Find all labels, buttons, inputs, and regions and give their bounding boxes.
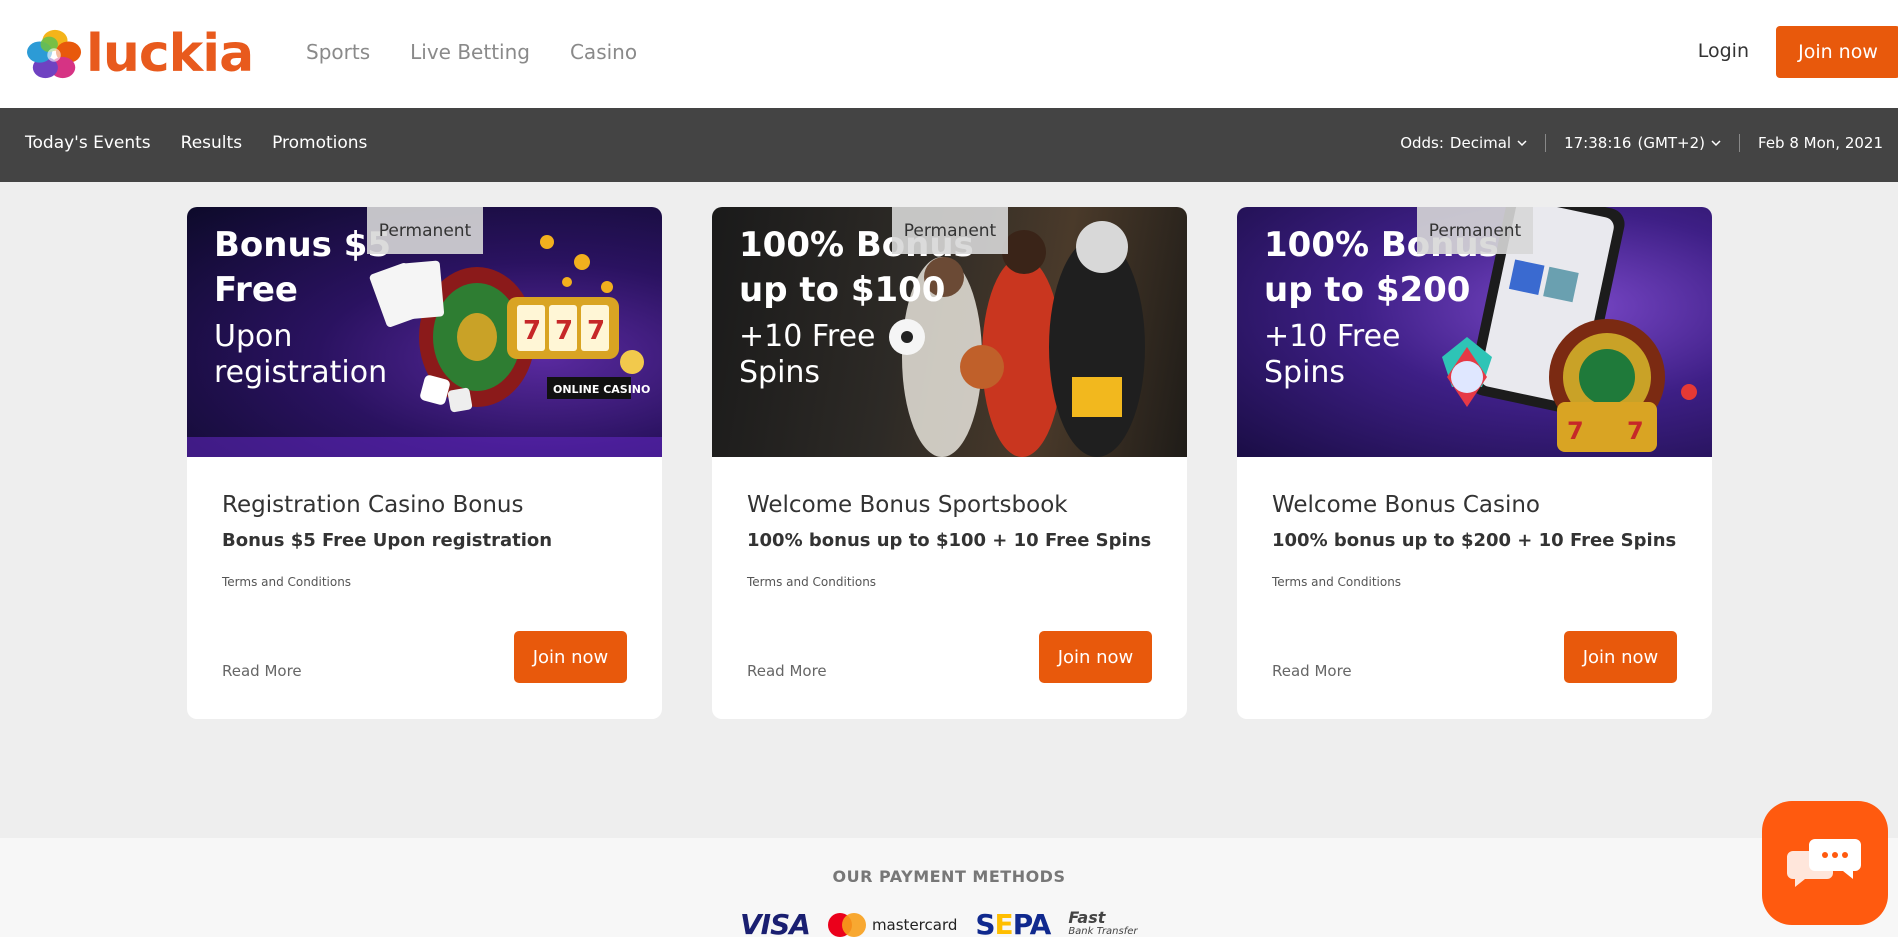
login-link[interactable]: Login xyxy=(1698,40,1749,62)
subnav-promotions[interactable]: Promotions xyxy=(272,133,367,153)
banner-text: Bonus $5 Free Upon registration xyxy=(214,223,391,391)
svg-text:7: 7 xyxy=(1567,417,1584,445)
join-now-button[interactable]: Join now xyxy=(1776,26,1898,78)
svg-text:ONLINE CASINO: ONLINE CASINO xyxy=(553,383,650,396)
nav-live-betting[interactable]: Live Betting xyxy=(410,40,530,64)
card-title: Welcome Bonus Casino xyxy=(1272,492,1540,518)
top-header: luckia Sports Live Betting Casino Login … xyxy=(0,0,1898,108)
promo-card: 7 7 7 ONLINE CASINO Permanent Bonus $5 F… xyxy=(187,207,662,719)
card-description: Bonus $5 Free Upon registration xyxy=(222,530,553,551)
chat-icon xyxy=(1787,839,1861,887)
svg-text:7: 7 xyxy=(587,316,605,346)
promo-banner[interactable]: Permanent 100% Bonus up to $100 +10 Free… xyxy=(712,207,1187,457)
payment-logos: VISA mastercard SEPA Fast Bank Transfer xyxy=(740,908,1138,937)
permanent-badge: Permanent xyxy=(892,207,1008,254)
promo-banner[interactable]: 7 7 7 ONLINE CASINO Permanent Bonus $5 F… xyxy=(187,207,662,457)
sepa-logo: SEPA xyxy=(975,908,1051,937)
card-title: Registration Casino Bonus xyxy=(222,492,524,518)
terms-link[interactable]: Terms and Conditions xyxy=(222,575,627,589)
sub-nav: Today's Events Results Promotions Odds: … xyxy=(0,108,1898,182)
promo-card: Permanent 100% Bonus up to $100 +10 Free… xyxy=(712,207,1187,719)
clock-time: 17:38:16 xyxy=(1564,134,1632,152)
visa-logo: VISA xyxy=(740,908,811,937)
logo-text: luckia xyxy=(86,24,254,84)
read-more-link[interactable]: Read More xyxy=(222,662,302,680)
card-description: 100% bonus up to $100 + 10 Free Spins xyxy=(747,530,1152,551)
odds-label: Odds: xyxy=(1400,134,1444,152)
chevron-down-icon xyxy=(1711,140,1721,147)
fast-bank-transfer-logo: Fast Bank Transfer xyxy=(1068,907,1138,937)
card-join-button[interactable]: Join now xyxy=(1039,631,1152,683)
promo-banner[interactable]: 7 7 Permanent 100% Bonus up to $200 +10 … xyxy=(1237,207,1712,457)
subnav-todays-events[interactable]: Today's Events xyxy=(25,133,151,153)
terms-link[interactable]: Terms and Conditions xyxy=(747,575,1152,589)
banner-subline: Upon registration xyxy=(214,319,388,390)
terms-link[interactable]: Terms and Conditions xyxy=(1272,575,1677,589)
permanent-badge: Permanent xyxy=(1417,207,1533,254)
nav-sports[interactable]: Sports xyxy=(306,40,370,64)
subnav-results[interactable]: Results xyxy=(181,133,242,153)
permanent-badge: Permanent xyxy=(367,207,483,254)
logo[interactable]: luckia xyxy=(26,24,254,84)
read-more-link[interactable]: Read More xyxy=(1272,662,1352,680)
banner-headline: Bonus $5 Free xyxy=(214,225,391,310)
promo-card: 7 7 Permanent 100% Bonus up to $200 +10 … xyxy=(1237,207,1712,719)
payments-title: OUR PAYMENT METHODS xyxy=(832,867,1066,886)
svg-text:7: 7 xyxy=(555,316,573,346)
current-date: Feb 8 Mon, 2021 xyxy=(1758,134,1883,152)
mastercard-logo: mastercard xyxy=(827,912,957,937)
timezone-select[interactable]: 17:38:16 (GMT+2) xyxy=(1546,134,1741,152)
live-chat-button[interactable] xyxy=(1762,801,1888,925)
card-join-button[interactable]: Join now xyxy=(514,631,627,683)
odds-value: Decimal xyxy=(1449,134,1512,152)
payment-methods-section: OUR PAYMENT METHODS VISA mastercard SEPA… xyxy=(0,838,1898,937)
card-description: 100% bonus up to $200 + 10 Free Spins xyxy=(1272,530,1677,551)
card-title: Welcome Bonus Sportsbook xyxy=(747,492,1068,518)
main-nav: Sports Live Betting Casino xyxy=(306,40,637,64)
luckia-flower-logo xyxy=(27,29,82,79)
banner-subline: +10 Free Spins xyxy=(1264,319,1401,390)
read-more-link[interactable]: Read More xyxy=(747,662,827,680)
svg-text:7: 7 xyxy=(523,316,541,346)
card-join-button[interactable]: Join now xyxy=(1564,631,1677,683)
odds-format-select[interactable]: Odds: Decimal xyxy=(1382,134,1547,152)
timezone-value: (GMT+2) xyxy=(1637,134,1706,152)
chevron-down-icon xyxy=(1517,140,1527,147)
banner-subline: +10 Free Spins xyxy=(739,319,876,390)
nav-casino[interactable]: Casino xyxy=(570,40,637,64)
svg-text:7: 7 xyxy=(1627,417,1644,445)
